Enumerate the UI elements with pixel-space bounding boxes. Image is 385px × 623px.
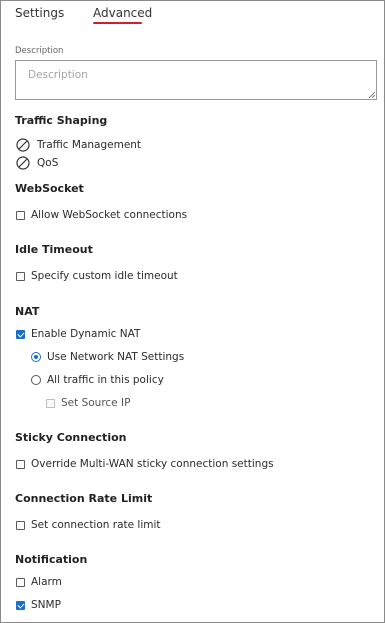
enable-dynamic-nat-label: Enable Dynamic NAT xyxy=(31,328,141,340)
override-sticky-label: Override Multi-WAN sticky connection set… xyxy=(31,458,274,470)
section-nat: NAT xyxy=(15,305,40,318)
override-sticky-option[interactable]: Override Multi-WAN sticky connection set… xyxy=(16,457,274,471)
use-network-nat-option[interactable]: Use Network NAT Settings xyxy=(31,350,184,364)
set-source-ip-checkbox[interactable] xyxy=(46,398,55,408)
custom-idle-timeout-checkbox[interactable] xyxy=(16,271,25,281)
all-traffic-radio[interactable] xyxy=(31,375,41,385)
tab-settings[interactable]: Settings xyxy=(15,6,64,20)
resize-grip-icon[interactable] xyxy=(367,90,375,98)
snmp-option[interactable]: SNMP xyxy=(16,598,61,612)
qos-label: QoS xyxy=(37,157,59,169)
all-traffic-option[interactable]: All traffic in this policy xyxy=(31,373,164,387)
rate-limit-checkbox[interactable] xyxy=(16,520,25,530)
enable-dynamic-nat-option[interactable]: Enable Dynamic NAT xyxy=(16,327,140,341)
use-network-nat-radio[interactable] xyxy=(31,352,41,362)
description-label: Description xyxy=(15,46,64,56)
section-websocket: WebSocket xyxy=(15,182,84,195)
description-placeholder: Description xyxy=(28,69,88,81)
description-textarea[interactable]: Description xyxy=(15,60,377,100)
advanced-settings-panel: Settings Advanced Description Descriptio… xyxy=(0,0,385,623)
set-source-ip-label: Set Source IP xyxy=(61,397,131,409)
rate-limit-option[interactable]: Set connection rate limit xyxy=(16,518,161,532)
section-sticky-connection: Sticky Connection xyxy=(15,431,127,444)
override-sticky-checkbox[interactable] xyxy=(16,459,25,469)
alarm-label: Alarm xyxy=(31,576,62,588)
all-traffic-label: All traffic in this policy xyxy=(47,374,164,386)
traffic-management-label: Traffic Management xyxy=(37,139,142,151)
ban-icon xyxy=(16,138,30,152)
snmp-checkbox[interactable] xyxy=(16,600,25,610)
custom-idle-timeout-label: Specify custom idle timeout xyxy=(31,270,178,282)
custom-idle-timeout-option[interactable]: Specify custom idle timeout xyxy=(16,269,178,283)
section-notification: Notification xyxy=(15,553,88,566)
allow-websocket-option[interactable]: Allow WebSocket connections xyxy=(16,208,187,222)
section-traffic-shaping: Traffic Shaping xyxy=(15,114,108,127)
tab-advanced[interactable]: Advanced xyxy=(93,6,152,20)
use-network-nat-label: Use Network NAT Settings xyxy=(47,351,185,363)
enable-dynamic-nat-checkbox[interactable] xyxy=(16,329,25,339)
snmp-label: SNMP xyxy=(31,599,61,611)
alarm-option[interactable]: Alarm xyxy=(16,575,62,589)
set-source-ip-option[interactable]: Set Source IP xyxy=(46,396,130,410)
alarm-checkbox[interactable] xyxy=(16,577,25,587)
allow-websocket-label: Allow WebSocket connections xyxy=(31,209,188,221)
active-tab-indicator xyxy=(93,22,142,24)
allow-websocket-checkbox[interactable] xyxy=(16,210,25,220)
section-connection-rate-limit: Connection Rate Limit xyxy=(15,492,153,505)
qos-item: QoS xyxy=(16,156,58,170)
rate-limit-label: Set connection rate limit xyxy=(31,519,161,531)
section-idle-timeout: Idle Timeout xyxy=(15,243,93,256)
ban-icon xyxy=(16,156,30,170)
traffic-management-item: Traffic Management xyxy=(16,138,141,152)
